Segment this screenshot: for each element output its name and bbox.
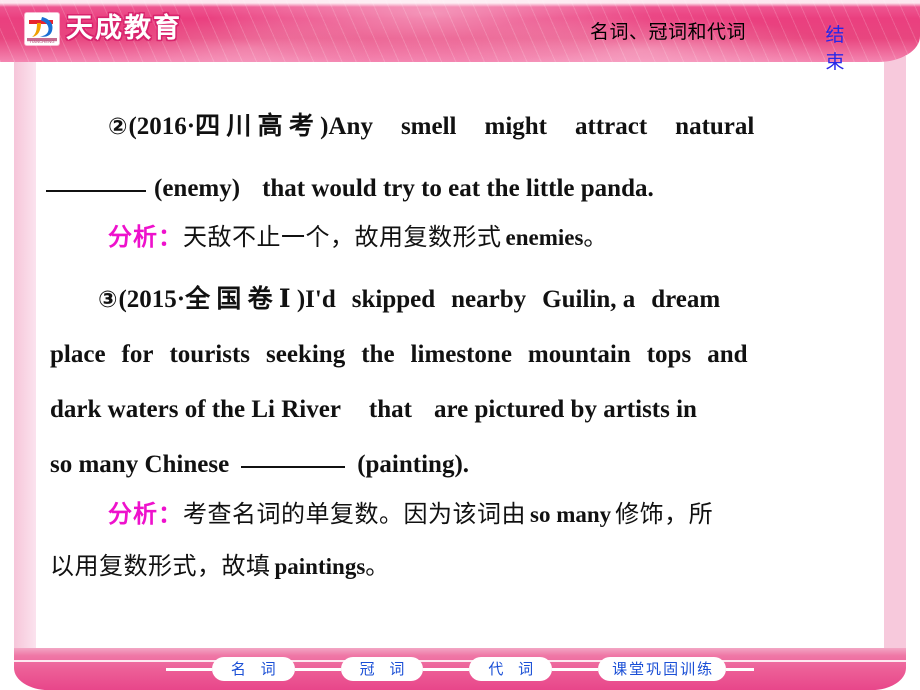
footer-bar: 名 词 冠 词 代 词 课堂巩固训练	[14, 648, 906, 690]
question-2-word-smell: smell	[400, 113, 457, 140]
question-2-tail: that would try to eat the little panda.	[262, 175, 654, 202]
brand-name-text: 天成教育	[66, 13, 182, 44]
question-3-phrase-dark-waters: dark waters of the Li River	[50, 396, 341, 423]
analysis-2-text-b: 修饰，所	[615, 500, 714, 528]
question-2-word-any: Any	[328, 113, 373, 140]
question-2-word-might: might	[484, 113, 548, 140]
nav-connector-3	[552, 667, 599, 671]
frame-left-gradient	[14, 56, 36, 654]
analysis-2-text-c: 以用复数形式，故填	[50, 552, 271, 580]
question-3-word-skipped: skipped	[351, 286, 436, 313]
question-2-marker: ②	[108, 114, 129, 140]
question-3-blank[interactable]	[241, 466, 346, 468]
question-3-word-seeking: seeking	[266, 341, 346, 368]
analysis-2-line-2: 以用复数形式，故填 paintings。	[50, 551, 390, 582]
question-2-line-1: ②(2016·四 川 高 考 )Any smell might attract natu…	[108, 111, 754, 142]
question-3-source: (2015·全 国 卷 Ⅰ )	[118, 286, 306, 313]
question-2-word-natural: natural	[675, 113, 755, 140]
nav-button-pronoun[interactable]: 代 词	[469, 657, 553, 681]
question-3-marker: ③	[98, 287, 119, 313]
brand-logo: TIANCHENG 天成教育	[25, 13, 182, 45]
nav-button-classroom-practice[interactable]: 课堂巩固训练	[598, 657, 727, 681]
nav-connector-0	[165, 667, 212, 671]
logo-caption: TIANCHENG	[29, 39, 55, 44]
nav-button-noun[interactable]: 名 词	[211, 657, 295, 681]
question-3-word-for: for	[121, 341, 154, 368]
slide-root: TIANCHENG 天成教育 名词、冠词和代词 结束 ②(2016·四 川 高 …	[0, 0, 920, 690]
question-2-blank[interactable]	[46, 190, 146, 192]
analysis-2-period: 。	[365, 552, 390, 580]
frame-left-band	[14, 56, 36, 654]
header-highlight	[0, 0, 920, 7]
question-3-word-the: the	[361, 341, 395, 368]
question-3-word-mountain: mountain	[527, 341, 631, 368]
footer-nav: 名 词 冠 词 代 词 课堂巩固训练	[14, 648, 906, 690]
analysis-2-emphasis: so many	[530, 502, 612, 527]
question-3-word-nearby: nearby	[451, 286, 527, 313]
question-3-word-and: and	[707, 341, 748, 368]
question-3-line-2: place for tourists seeking the limestone mount…	[50, 339, 748, 370]
analysis-1-text: 天敌不止一个，故用复数形式	[183, 223, 502, 251]
question-3-word-tops: tops	[646, 341, 692, 368]
analysis-1-period: 。	[583, 223, 608, 251]
frame-right-band	[884, 56, 906, 654]
question-3-phrase-so-many: so many Chinese	[50, 451, 230, 478]
analysis-1-answer: enemies	[505, 225, 584, 250]
question-2-cue: (enemy)	[154, 175, 241, 202]
question-3-word-tourists: tourists	[169, 341, 251, 368]
nav-button-article[interactable]: 冠 词	[340, 657, 424, 681]
slide-content: ②(2016·四 川 高 考 )Any smell might attract natu…	[36, 56, 884, 654]
question-3-line-4: so many Chinese (painting).	[50, 449, 469, 480]
nav-connector-4	[726, 667, 755, 671]
analysis-2-line-1: 分析：考查名词的单复数。因为该词由 so many 修饰，所	[108, 499, 713, 530]
question-3-cue: (painting).	[357, 451, 470, 478]
question-3-word-limestone: limestone	[410, 341, 512, 368]
question-2-word-attract: attract	[575, 113, 648, 140]
analysis-1: 分析：天敌不止一个，故用复数形式 enemies。	[108, 222, 608, 253]
question-3-phrase-pictured: are pictured by artists in	[433, 396, 697, 423]
page-title: 名词、冠词和代词	[590, 21, 747, 43]
question-3-line-1: ③(2015·全 国 卷 Ⅰ )I'd skipped nearby Guilin, …	[98, 284, 720, 315]
question-3-word-guilin: Guilin, a	[542, 286, 636, 313]
nav-connector-2	[423, 667, 470, 671]
question-3-line-3: dark waters of the Li River that are pictu…	[50, 394, 697, 425]
analysis-2-text-a: 考查名词的单复数。因为该词由	[183, 500, 526, 528]
tiancheng-logo-icon: TIANCHENG	[25, 13, 59, 45]
analysis-1-label: 分析：	[108, 223, 183, 251]
analysis-2-answer: paintings	[274, 554, 366, 579]
end-button[interactable]: 结束	[822, 22, 848, 76]
question-2-line-2: (enemy) that would try to eat the little …	[46, 173, 654, 204]
question-2-source: (2016·四 川 高 考 )	[128, 113, 329, 140]
nav-connector-1	[294, 667, 341, 671]
question-3-word-that: that	[368, 396, 412, 423]
question-3-word-place: place	[50, 341, 106, 368]
question-3-word-dream: dream	[651, 286, 721, 313]
analysis-2-label: 分析：	[108, 500, 183, 528]
question-3-word-id: I'd	[305, 286, 336, 313]
